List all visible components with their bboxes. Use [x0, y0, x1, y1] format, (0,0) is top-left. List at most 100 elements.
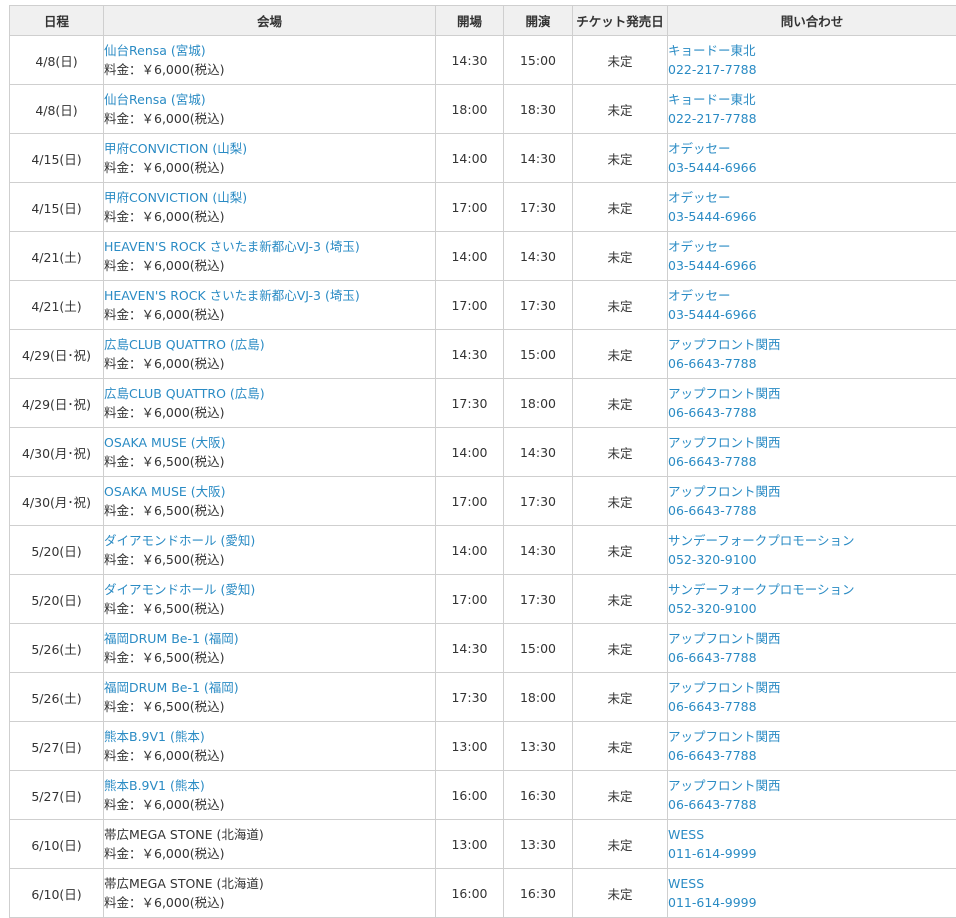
ticket-date-cell: 未定 — [573, 36, 668, 85]
start-time-cell: 17:30 — [504, 183, 573, 232]
contact-tel-link[interactable]: 052-320-9100 — [668, 599, 956, 618]
contact-org-link[interactable]: キョードー東北 — [668, 41, 956, 60]
contact-org-link[interactable]: アップフロント関西 — [668, 629, 956, 648]
contact-tel-link[interactable]: 06-6643-7788 — [668, 648, 956, 667]
contact-cell: キョードー東北022-217-7788 — [668, 36, 956, 85]
contact-cell: アップフロント関西06-6643-7788 — [668, 379, 956, 428]
price-text: 料金：￥6,000(税込) — [104, 158, 435, 177]
table-row: 5/27(日)熊本B.9V1 (熊本)料金：￥6,000(税込)16:0016:… — [10, 771, 956, 820]
venue-link[interactable]: HEAVEN'S ROCK さいたま新都心VJ-3 (埼玉) — [104, 237, 435, 256]
ticket-date-cell: 未定 — [573, 477, 668, 526]
start-time-cell: 18:00 — [504, 673, 573, 722]
contact-org-link[interactable]: オデッセー — [668, 237, 956, 256]
contact-org-link[interactable]: オデッセー — [668, 286, 956, 305]
open-time-cell: 13:00 — [436, 820, 504, 869]
start-time-cell: 16:30 — [504, 771, 573, 820]
contact-org-link[interactable]: アップフロント関西 — [668, 335, 956, 354]
venue-link[interactable]: ダイアモンドホール (愛知) — [104, 580, 435, 599]
contact-org-link[interactable]: サンデーフォークプロモーション — [668, 580, 956, 599]
contact-tel-link[interactable]: 03-5444-6966 — [668, 207, 956, 226]
ticket-date-cell: 未定 — [573, 526, 668, 575]
contact-org-link[interactable]: アップフロント関西 — [668, 678, 956, 697]
contact-cell: WESS011-614-9999 — [668, 820, 956, 869]
date-cell: 4/21(土) — [10, 281, 104, 330]
contact-cell: オデッセー03-5444-6966 — [668, 134, 956, 183]
start-time-cell: 18:00 — [504, 379, 573, 428]
contact-cell: アップフロント関西06-6643-7788 — [668, 673, 956, 722]
contact-tel-link[interactable]: 03-5444-6966 — [668, 256, 956, 275]
contact-tel-link[interactable]: 06-6643-7788 — [668, 795, 956, 814]
contact-tel-link[interactable]: 06-6643-7788 — [668, 403, 956, 422]
open-time-cell: 14:30 — [436, 624, 504, 673]
date-cell: 4/8(日) — [10, 85, 104, 134]
price-text: 料金：￥6,500(税込) — [104, 550, 435, 569]
venue-link[interactable]: ダイアモンドホール (愛知) — [104, 531, 435, 550]
contact-tel-link[interactable]: 011-614-9999 — [668, 844, 956, 863]
open-time-cell: 14:30 — [436, 330, 504, 379]
venue-link[interactable]: OSAKA MUSE (大阪) — [104, 482, 435, 501]
price-text: 料金：￥6,000(税込) — [104, 60, 435, 79]
venue-cell: 甲府CONVICTION (山梨)料金：￥6,000(税込) — [104, 134, 436, 183]
table-row: 4/21(土)HEAVEN'S ROCK さいたま新都心VJ-3 (埼玉)料金：… — [10, 232, 956, 281]
header-venue: 会場 — [104, 6, 436, 36]
venue-link[interactable]: 仙台Rensa (宮城) — [104, 90, 435, 109]
header-open: 開場 — [436, 6, 504, 36]
contact-org-link[interactable]: オデッセー — [668, 139, 956, 158]
price-text: 料金：￥6,000(税込) — [104, 207, 435, 226]
venue-link[interactable]: 広島CLUB QUATTRO (広島) — [104, 335, 435, 354]
contact-org-link[interactable]: アップフロント関西 — [668, 776, 956, 795]
contact-org-link[interactable]: オデッセー — [668, 188, 956, 207]
venue-link[interactable]: 福岡DRUM Be-1 (福岡) — [104, 678, 435, 697]
start-time-cell: 15:00 — [504, 330, 573, 379]
date-cell: 5/20(日) — [10, 575, 104, 624]
venue-link[interactable]: 甲府CONVICTION (山梨) — [104, 188, 435, 207]
date-cell: 4/15(日) — [10, 183, 104, 232]
contact-cell: オデッセー03-5444-6966 — [668, 232, 956, 281]
contact-org-link[interactable]: サンデーフォークプロモーション — [668, 531, 956, 550]
table-row: 6/10(日)帯広MEGA STONE (北海道)料金：￥6,000(税込)13… — [10, 820, 956, 869]
contact-tel-link[interactable]: 06-6643-7788 — [668, 354, 956, 373]
date-cell: 5/26(土) — [10, 673, 104, 722]
contact-tel-link[interactable]: 06-6643-7788 — [668, 746, 956, 765]
contact-tel-link[interactable]: 022-217-7788 — [668, 60, 956, 79]
contact-cell: サンデーフォークプロモーション052-320-9100 — [668, 526, 956, 575]
contact-org-link[interactable]: WESS — [668, 825, 956, 844]
table-row: 5/26(土)福岡DRUM Be-1 (福岡)料金：￥6,500(税込)14:3… — [10, 624, 956, 673]
venue-link[interactable]: 甲府CONVICTION (山梨) — [104, 139, 435, 158]
contact-tel-link[interactable]: 03-5444-6966 — [668, 158, 956, 177]
contact-org-link[interactable]: アップフロント関西 — [668, 727, 956, 746]
table-row: 6/10(日)帯広MEGA STONE (北海道)料金：￥6,000(税込)16… — [10, 869, 956, 918]
contact-org-link[interactable]: アップフロント関西 — [668, 384, 956, 403]
contact-cell: オデッセー03-5444-6966 — [668, 183, 956, 232]
contact-tel-link[interactable]: 011-614-9999 — [668, 893, 956, 912]
contact-tel-link[interactable]: 03-5444-6966 — [668, 305, 956, 324]
contact-tel-link[interactable]: 06-6643-7788 — [668, 697, 956, 716]
venue-link[interactable]: HEAVEN'S ROCK さいたま新都心VJ-3 (埼玉) — [104, 286, 435, 305]
contact-tel-link[interactable]: 022-217-7788 — [668, 109, 956, 128]
contact-cell: アップフロント関西06-6643-7788 — [668, 624, 956, 673]
contact-org-link[interactable]: アップフロント関西 — [668, 433, 956, 452]
contact-org-link[interactable]: キョードー東北 — [668, 90, 956, 109]
contact-org-link[interactable]: WESS — [668, 874, 956, 893]
table-row: 4/15(日)甲府CONVICTION (山梨)料金：￥6,000(税込)14:… — [10, 134, 956, 183]
venue-cell: 仙台Rensa (宮城)料金：￥6,000(税込) — [104, 85, 436, 134]
date-cell: 4/21(土) — [10, 232, 104, 281]
header-contact: 問い合わせ — [668, 6, 956, 36]
venue-link[interactable]: 熊本B.9V1 (熊本) — [104, 727, 435, 746]
venue-link: 帯広MEGA STONE (北海道) — [104, 825, 435, 844]
contact-cell: アップフロント関西06-6643-7788 — [668, 330, 956, 379]
venue-link[interactable]: 福岡DRUM Be-1 (福岡) — [104, 629, 435, 648]
start-time-cell: 15:00 — [504, 624, 573, 673]
venue-cell: 帯広MEGA STONE (北海道)料金：￥6,000(税込) — [104, 869, 436, 918]
venue-link[interactable]: 熊本B.9V1 (熊本) — [104, 776, 435, 795]
contact-tel-link[interactable]: 06-6643-7788 — [668, 501, 956, 520]
date-cell: 5/26(土) — [10, 624, 104, 673]
venue-link[interactable]: 広島CLUB QUATTRO (広島) — [104, 384, 435, 403]
contact-org-link[interactable]: アップフロント関西 — [668, 482, 956, 501]
table-row: 4/8(日)仙台Rensa (宮城)料金：￥6,000(税込)14:3015:0… — [10, 36, 956, 85]
venue-cell: 帯広MEGA STONE (北海道)料金：￥6,000(税込) — [104, 820, 436, 869]
contact-tel-link[interactable]: 052-320-9100 — [668, 550, 956, 569]
contact-tel-link[interactable]: 06-6643-7788 — [668, 452, 956, 471]
venue-link[interactable]: 仙台Rensa (宮城) — [104, 41, 435, 60]
venue-link[interactable]: OSAKA MUSE (大阪) — [104, 433, 435, 452]
